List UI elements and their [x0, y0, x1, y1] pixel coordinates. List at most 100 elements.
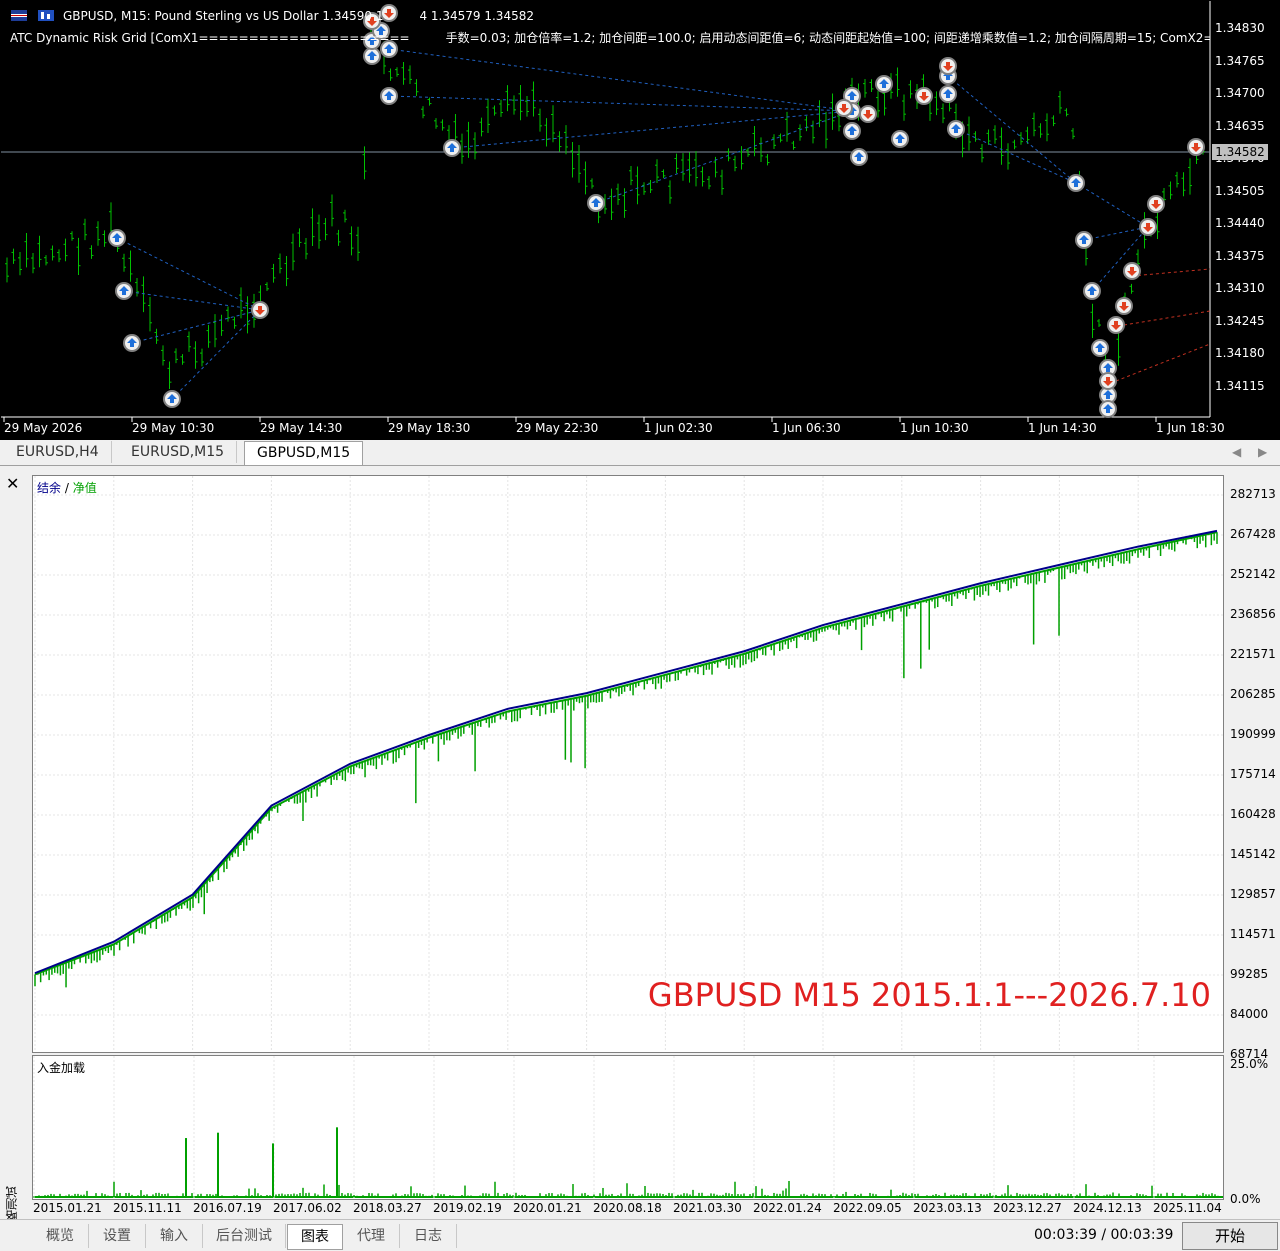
price-level-label: 1.34245: [1215, 313, 1265, 328]
tab-backtest[interactable]: 后台测试: [203, 1224, 286, 1248]
buy-arrow-icon: [875, 75, 893, 93]
sell-arrow-icon: [1115, 297, 1133, 315]
trade-link-line: [171, 309, 261, 400]
price-level-label: 1.34440: [1215, 216, 1265, 230]
chart-tab-gbpusd-m15[interactable]: GBPUSD,M15: [244, 441, 364, 465]
sell-arrow-icon: [1099, 372, 1117, 390]
price-chart-canvas[interactable]: [1, 1, 1280, 441]
tester-x-label: 2018.03.27: [353, 1201, 422, 1215]
balance-y-label: 252142: [1230, 567, 1276, 581]
tab-settings[interactable]: 设置: [89, 1224, 146, 1248]
tester-x-label: 2020.01.21: [513, 1201, 582, 1215]
price-chart[interactable]: GBPUSD, M15: Pound Sterling vs US Dollar…: [0, 0, 1280, 440]
overlay-annotation: GBPUSD M15 2015.1.1---2026.7.10: [647, 976, 1211, 1014]
price-level-label: 1.34700: [1215, 86, 1265, 100]
buy-arrow-icon: [1083, 282, 1101, 300]
balance-chart: 结余 / 净值 GBPUSD M15 2015.1.1---2026.7.10: [32, 475, 1224, 1053]
price-level-label: 1.34375: [1215, 248, 1265, 263]
tester-x-label: 2019.02.19: [433, 1201, 502, 1215]
sell-arrow-icon: [251, 301, 269, 319]
balance-y-label: 236856: [1230, 607, 1276, 621]
indicator-label: ATC Dynamic Risk Grid [ComX1============…: [10, 31, 1210, 45]
price-level-label: 1.34635: [1215, 118, 1265, 133]
price-level-label: 1.34180: [1215, 346, 1265, 360]
load-y-min: 0.0%: [1230, 1192, 1261, 1206]
equity-line: [34, 531, 1218, 976]
chart-tab-eurusd-h4[interactable]: EURUSD,H4: [4, 441, 112, 463]
tester-x-label: 2023.12.27: [993, 1201, 1062, 1215]
buy-arrow-icon: [1099, 400, 1117, 418]
tester-x-label: 2015.11.11: [113, 1201, 182, 1215]
tab-agents[interactable]: 代理: [343, 1224, 400, 1248]
sell-arrow-icon: [1187, 138, 1205, 156]
balance-y-label: 129857: [1230, 887, 1276, 901]
buy-arrow-icon: [115, 282, 133, 300]
sell-arrow-icon: [1147, 195, 1165, 213]
trade-link-line: [955, 128, 1077, 184]
sell-link-line: [1131, 268, 1211, 277]
balance-y-label: 221571: [1230, 647, 1276, 661]
elapsed-timer: 00:03:39 / 00:03:39: [1034, 1227, 1174, 1243]
trade-link-line: [388, 95, 853, 112]
current-price-marker: 1.34582: [1212, 144, 1268, 160]
tab-graph[interactable]: 图表: [287, 1224, 343, 1250]
sell-arrow-icon: [835, 99, 853, 117]
buy-arrow-icon: [1067, 174, 1085, 192]
price-level-label: 1.34310: [1215, 281, 1265, 295]
load-chart-title: 入金加载: [37, 1061, 86, 1075]
sell-link-line: [1115, 343, 1211, 382]
tester-x-label: 2023.03.13: [913, 1201, 982, 1215]
buy-arrow-icon: [587, 194, 605, 212]
tab-overview[interactable]: 概览: [32, 1224, 89, 1248]
time-label: 29 May 10:30: [132, 421, 215, 435]
tab-scroll-right-icon[interactable]: ▶: [1258, 445, 1267, 459]
time-label: 29 May 2026: [4, 421, 83, 435]
price-level-label: 1.34505: [1215, 183, 1265, 198]
load-y-max: 25.0%: [1230, 1057, 1269, 1071]
deposit-load-chart: 入金加载: [32, 1055, 1224, 1200]
tester-x-label: 2016.07.19: [193, 1201, 262, 1215]
time-label: 29 May 22:30: [516, 421, 599, 435]
tab-scroll-left-icon[interactable]: ◀: [1232, 445, 1241, 459]
buy-arrow-icon: [108, 229, 126, 247]
buy-arrow-icon: [891, 130, 909, 148]
trade-link-line: [595, 110, 853, 204]
balance-y-label: 175714: [1230, 767, 1276, 781]
start-button[interactable]: 开始: [1182, 1222, 1278, 1250]
balance-line: [34, 529, 1218, 975]
tester-x-label: 2015.01.21: [33, 1201, 102, 1215]
tester-x-label: 2017.06.02: [273, 1201, 342, 1215]
balance-y-label: 190999: [1230, 727, 1276, 741]
time-label: 29 May 14:30: [260, 421, 343, 435]
tester-x-label: 2022.01.24: [753, 1201, 822, 1215]
close-icon[interactable]: ✕: [6, 474, 19, 493]
balance-y-label: 114571: [1230, 927, 1276, 941]
sell-arrow-icon: [859, 105, 877, 123]
balance-y-label: 282713: [1230, 487, 1276, 501]
time-label: 1 Jun 10:30: [900, 421, 969, 435]
buy-arrow-icon: [1075, 231, 1093, 249]
balance-y-label: 206285: [1230, 687, 1276, 701]
trade-link-line: [1075, 182, 1149, 228]
price-level-label: 1.34765: [1215, 53, 1265, 68]
trade-link-line: [123, 290, 261, 311]
balance-legend: 结余 / 净值: [37, 481, 97, 495]
sell-arrow-icon: [939, 57, 957, 75]
deposit-load-canvas: [33, 1056, 1223, 1199]
buy-arrow-icon: [123, 334, 141, 352]
tester-tab-bar: 概览 设置 输入 后台测试 图表 代理 日志 00:03:39 / 00:03:…: [0, 1219, 1280, 1251]
chart-tab-eurusd-m15[interactable]: EURUSD,M15: [119, 441, 238, 463]
tab-inputs[interactable]: 输入: [146, 1224, 203, 1248]
price-level-label: 1.34115: [1215, 378, 1265, 393]
buy-arrow-icon: [1091, 339, 1109, 357]
tester-x-label: 2025.11.04: [1153, 1201, 1222, 1215]
tester-x-label: 2021.03.30: [673, 1201, 742, 1215]
balance-y-label: 99285: [1230, 967, 1269, 981]
tester-x-label: 2022.09.05: [833, 1201, 902, 1215]
tab-journal[interactable]: 日志: [400, 1224, 457, 1248]
trade-link-line: [1083, 226, 1149, 241]
buy-arrow-icon: [163, 390, 181, 408]
balance-y-label: 267428: [1230, 527, 1276, 541]
flag-icon: [11, 10, 27, 21]
sell-arrow-icon: [915, 87, 933, 105]
